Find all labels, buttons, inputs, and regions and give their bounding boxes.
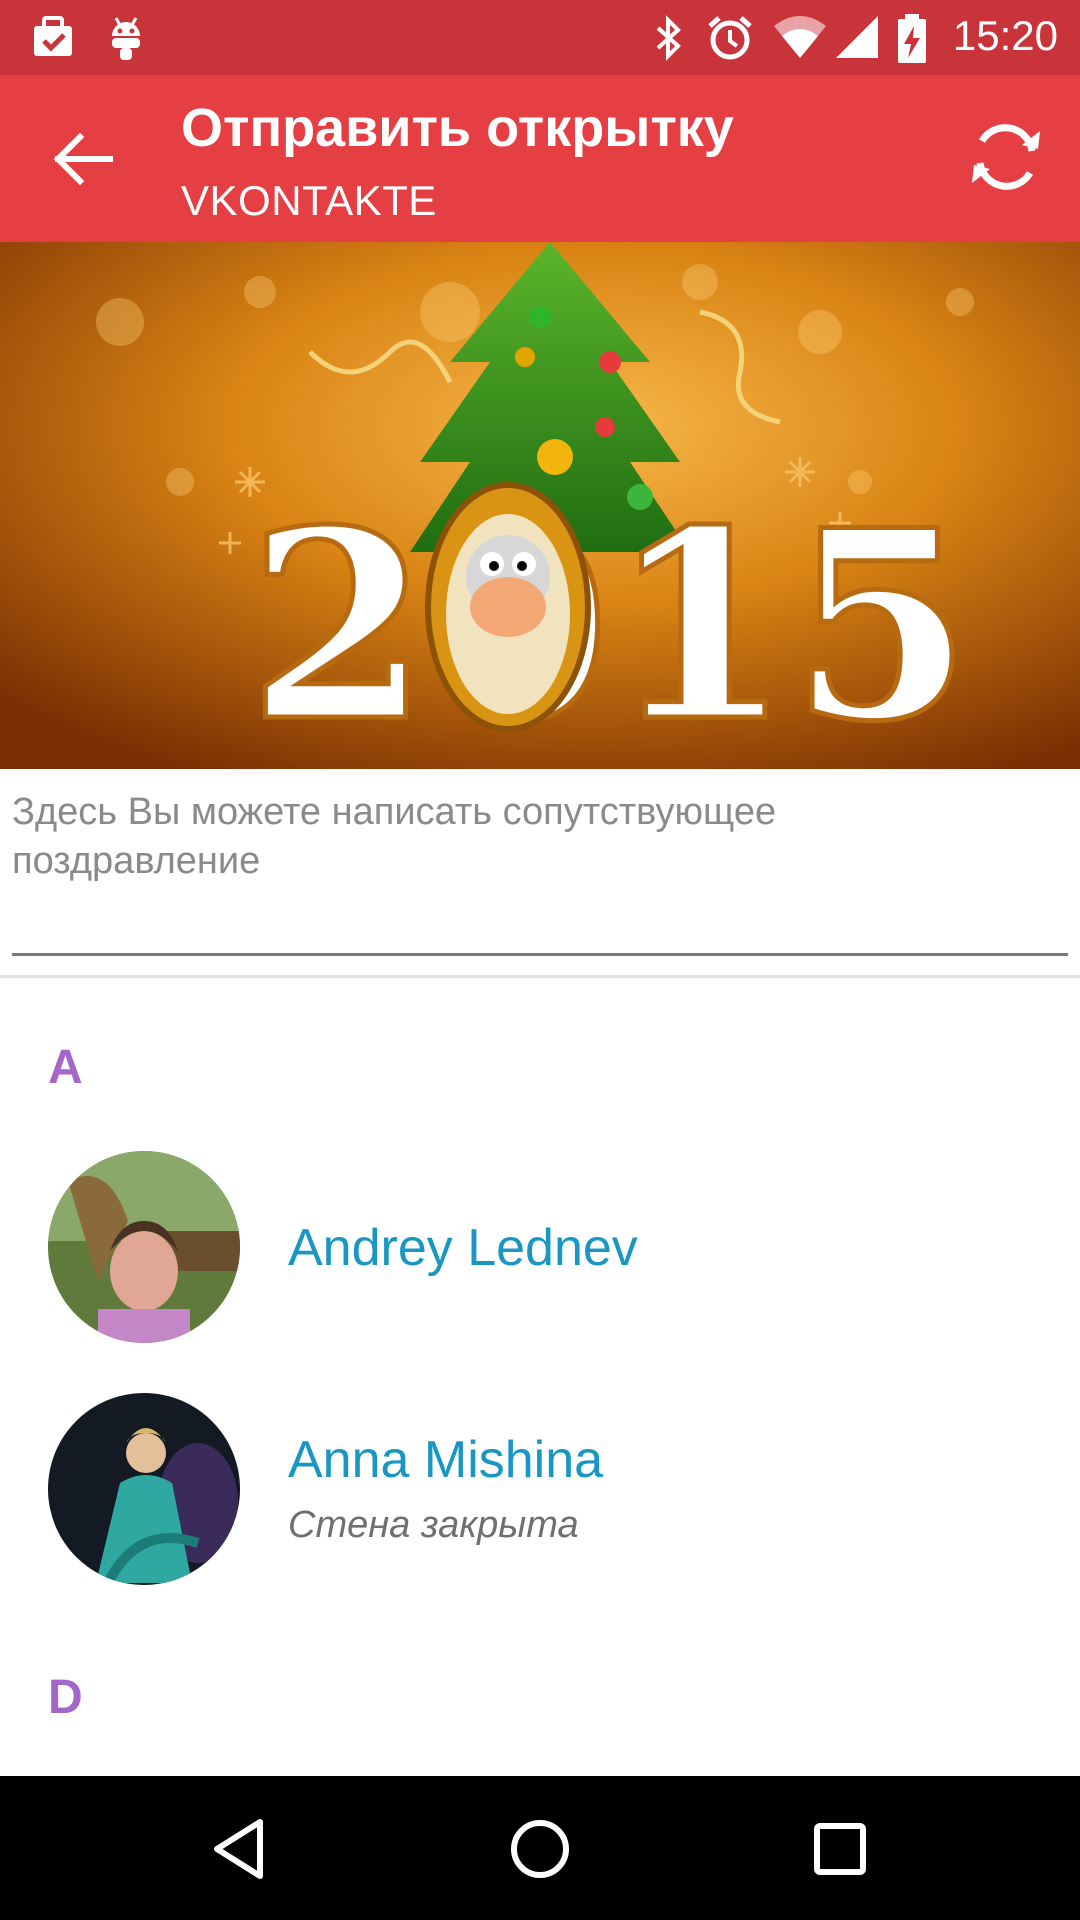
android-icon [112, 17, 140, 60]
navigation-bar [0, 1776, 1080, 1920]
recents-square-icon[interactable] [805, 1814, 875, 1884]
input-underline [12, 953, 1068, 956]
clock: 15:20 [952, 12, 1058, 59]
avatar [48, 1393, 240, 1585]
contact-row[interactable]: Anna Mishina Стена закрыта [0, 1390, 1080, 1590]
contact-status: Стена закрыта [288, 1504, 579, 1546]
arrow-back-icon [53, 132, 113, 186]
greeting-card-image[interactable]: 2015 [0, 242, 1080, 769]
contact-row[interactable]: Andrey Lednev [0, 1148, 1080, 1348]
message-placeholder: Здесь Вы можете написать сопутствующее п… [12, 791, 777, 882]
signal-icon [836, 16, 878, 58]
status-bar: 15:20 [0, 0, 1080, 75]
refresh-icon [972, 124, 1040, 190]
app-bar: Отправить открытку VKONTAKTE [0, 75, 1080, 242]
message-input[interactable]: Здесь Вы можете написать сопутствующее п… [12, 788, 1068, 958]
bluetooth-icon [656, 15, 681, 61]
home-circle-icon[interactable] [505, 1814, 575, 1884]
battery-charging-icon [898, 14, 926, 63]
contact-name: Anna Mishina [288, 1431, 604, 1489]
task-icon [34, 16, 72, 56]
section-header-a: A [48, 1041, 83, 1094]
avatar [48, 1151, 240, 1343]
divider [0, 975, 1080, 978]
contact-name: Andrey Lednev [288, 1219, 638, 1277]
alarm-icon [708, 16, 752, 60]
refresh-button[interactable] [962, 113, 1050, 201]
card-illustration: 2015 [0, 242, 1080, 769]
page-subtitle: VKONTAKTE [181, 177, 437, 224]
page-title: Отправить открытку [181, 98, 734, 158]
back-triangle-icon[interactable] [205, 1814, 275, 1884]
card-year-text: 2015 [248, 474, 972, 769]
back-button[interactable] [44, 123, 124, 195]
section-header-d: D [48, 1671, 83, 1724]
wifi-icon [774, 16, 826, 58]
